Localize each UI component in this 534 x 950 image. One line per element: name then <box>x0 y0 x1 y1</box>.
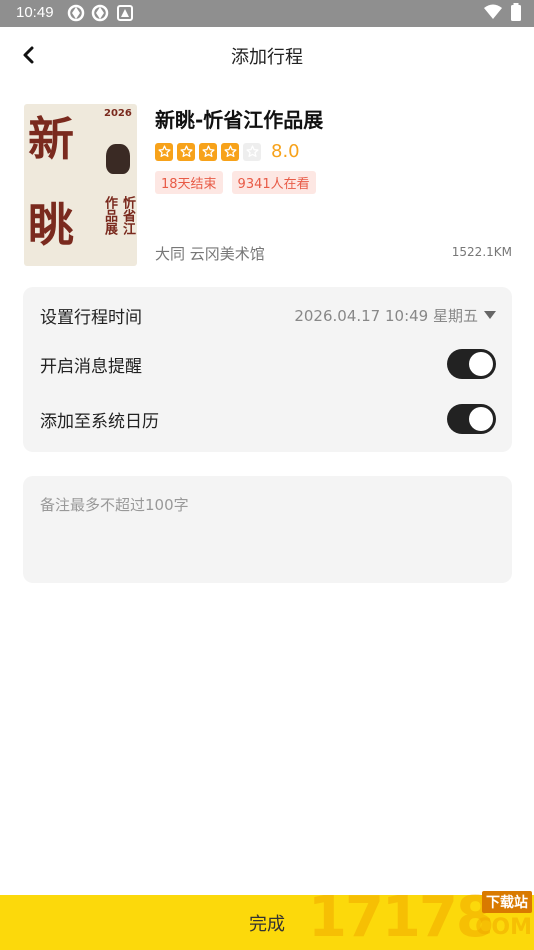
star-filled-icon <box>221 142 239 161</box>
poster-char-2: 眺 <box>28 198 74 252</box>
poster-char-1: 新 <box>28 112 74 166</box>
reminder-toggle[interactable] <box>447 349 496 379</box>
event-card[interactable]: 新 眺 2026 忻省江 作品展 新眺-忻省江作品展 8.0 18天结束 934… <box>24 104 512 266</box>
set-time-label: 设置行程时间 <box>40 307 142 328</box>
toggle-knob <box>469 407 493 431</box>
event-title: 新眺-忻省江作品展 <box>155 108 324 132</box>
watermark-suffix: COM <box>475 915 532 940</box>
calendar-row: 添加至系统日历 <box>40 404 496 434</box>
poster-side-text-1: 忻省江 <box>120 196 135 235</box>
note-input[interactable]: 备注最多不超过100字 <box>23 476 512 583</box>
watermark-logo: 17178 下载站 COM <box>308 887 534 950</box>
tag-viewers: 9341人在看 <box>231 171 316 194</box>
watermark-badge: 下载站 <box>482 891 532 913</box>
event-tags: 18天结束 9341人在看 <box>155 171 316 194</box>
poster-side-text-2: 作品展 <box>102 196 117 235</box>
star-filled-icon <box>177 142 195 161</box>
poster-year: 2026 <box>104 108 132 119</box>
schedule-settings: 设置行程时间 2026.04.17 10:49 星期五 开启消息提醒 添加至系统… <box>23 287 512 452</box>
poster-vase-image <box>106 144 130 174</box>
reminder-label: 开启消息提醒 <box>40 356 142 377</box>
sync-icon <box>90 3 110 27</box>
event-distance: 1522.1KM <box>451 245 512 259</box>
time-value: 2026.04.17 10:49 星期五 <box>294 306 478 325</box>
status-time: 10:49 <box>16 4 54 21</box>
reminder-row: 开启消息提醒 <box>40 349 496 379</box>
star-filled-icon <box>199 142 217 161</box>
time-picker[interactable]: 2026.04.17 10:49 星期五 <box>294 305 496 326</box>
tag-days-left: 18天结束 <box>155 171 223 194</box>
wifi-icon <box>484 4 502 24</box>
star-empty-icon <box>243 142 261 161</box>
star-filled-icon <box>155 142 173 161</box>
page-title: 添加行程 <box>231 47 303 68</box>
event-venue: 大同 云冈美术馆 <box>155 245 265 263</box>
done-label: 完成 <box>249 913 285 935</box>
toggle-knob <box>469 352 493 376</box>
calendar-label: 添加至系统日历 <box>40 411 159 432</box>
set-time-row[interactable]: 设置行程时间 2026.04.17 10:49 星期五 <box>40 300 496 330</box>
rating-score: 8.0 <box>271 141 300 162</box>
event-poster-image[interactable]: 新 眺 2026 忻省江 作品展 <box>24 104 137 266</box>
dropdown-triangle-icon <box>484 311 496 319</box>
status-bar: 10:49 <box>0 0 534 27</box>
sync-icon <box>66 3 86 27</box>
rating-stars: 8.0 <box>155 141 300 162</box>
battery-icon <box>510 3 522 25</box>
nav-bar: 添加行程 <box>0 27 534 82</box>
calendar-toggle[interactable] <box>447 404 496 434</box>
note-placeholder: 备注最多不超过100字 <box>40 496 189 514</box>
notification-icon <box>117 5 133 25</box>
watermark-digits: 17178 <box>308 885 495 950</box>
